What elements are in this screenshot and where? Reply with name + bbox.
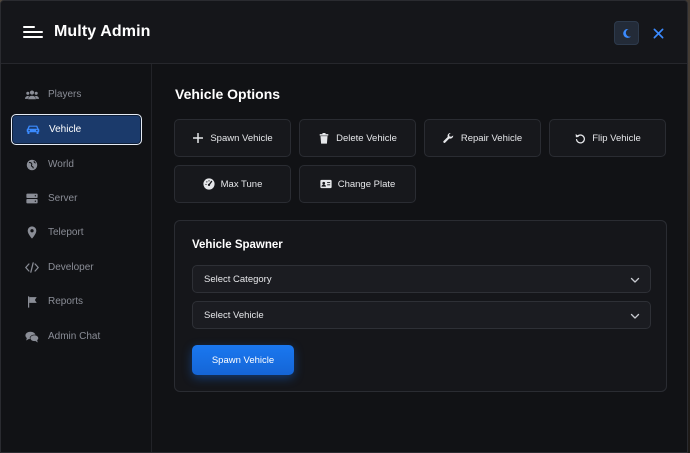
sidebar-item-server[interactable]: Server (11, 183, 142, 214)
users-icon (25, 88, 39, 102)
chevron-down-icon (630, 313, 640, 319)
app-title: Multy Admin (54, 23, 151, 40)
moon-icon (623, 28, 631, 38)
sidebar-item-players[interactable]: Players (11, 79, 142, 110)
spawn-vehicle-option-button[interactable]: Spawn Vehicle (174, 119, 291, 157)
map-pin-icon (25, 226, 39, 240)
plus-icon (192, 132, 204, 144)
chevron-down-icon (630, 277, 640, 283)
globe-icon (25, 158, 39, 172)
sidebar-item-label: World (48, 159, 74, 170)
vehicle-select[interactable]: Select Vehicle (192, 301, 651, 329)
max-tune-button[interactable]: Max Tune (174, 165, 291, 203)
admin-window: Multy Admin Players Vehicle World Server… (0, 0, 688, 453)
header: Multy Admin (1, 1, 687, 64)
flip-vehicle-button[interactable]: Flip Vehicle (549, 119, 666, 157)
sidebar-item-world[interactable]: World (11, 149, 142, 180)
close-icon (653, 28, 663, 38)
delete-vehicle-button[interactable]: Delete Vehicle (299, 119, 416, 157)
flag-icon (25, 295, 39, 309)
rotate-icon (574, 132, 586, 144)
sidebar-item-teleport[interactable]: Teleport (11, 217, 142, 248)
sidebar-item-label: Admin Chat (48, 331, 101, 342)
category-select[interactable]: Select Category (192, 265, 651, 293)
close-button[interactable] (647, 21, 669, 45)
sidebar-item-label: Teleport (48, 227, 84, 238)
sidebar-item-vehicle[interactable]: Vehicle (11, 114, 142, 145)
vehicle-spawner-panel: Vehicle Spawner Select Category Select V… (174, 220, 667, 392)
chat-icon (25, 330, 39, 344)
theme-toggle-button[interactable] (614, 21, 639, 45)
sidebar-item-label: Developer (48, 262, 94, 273)
sidebar-item-developer[interactable]: Developer (11, 252, 142, 283)
code-icon (25, 261, 39, 275)
menu-icon[interactable] (23, 25, 45, 41)
server-icon (25, 192, 39, 206)
trash-icon (318, 132, 330, 144)
spawn-vehicle-button[interactable]: Spawn Vehicle (192, 345, 294, 375)
sidebar-item-reports[interactable]: Reports (11, 286, 142, 317)
main-content: Vehicle Options Spawn Vehicle Delete Veh… (153, 64, 687, 452)
sidebar-item-label: Server (48, 193, 78, 204)
spawner-title: Vehicle Spawner (192, 239, 283, 251)
sidebar-item-label: Reports (48, 296, 84, 307)
gauge-icon (203, 178, 215, 190)
wrench-icon (443, 132, 455, 144)
sidebar-item-label: Vehicle (49, 124, 82, 135)
change-plate-button[interactable]: Change Plate (299, 165, 416, 203)
sidebar: Players Vehicle World Server Teleport De… (1, 64, 152, 452)
repair-vehicle-button[interactable]: Repair Vehicle (424, 119, 541, 157)
section-title: Vehicle Options (175, 86, 281, 102)
sidebar-item-admin-chat[interactable]: Admin Chat (11, 321, 142, 352)
sidebar-item-label: Players (48, 89, 82, 100)
car-icon (26, 123, 40, 137)
id-card-icon (320, 178, 332, 190)
